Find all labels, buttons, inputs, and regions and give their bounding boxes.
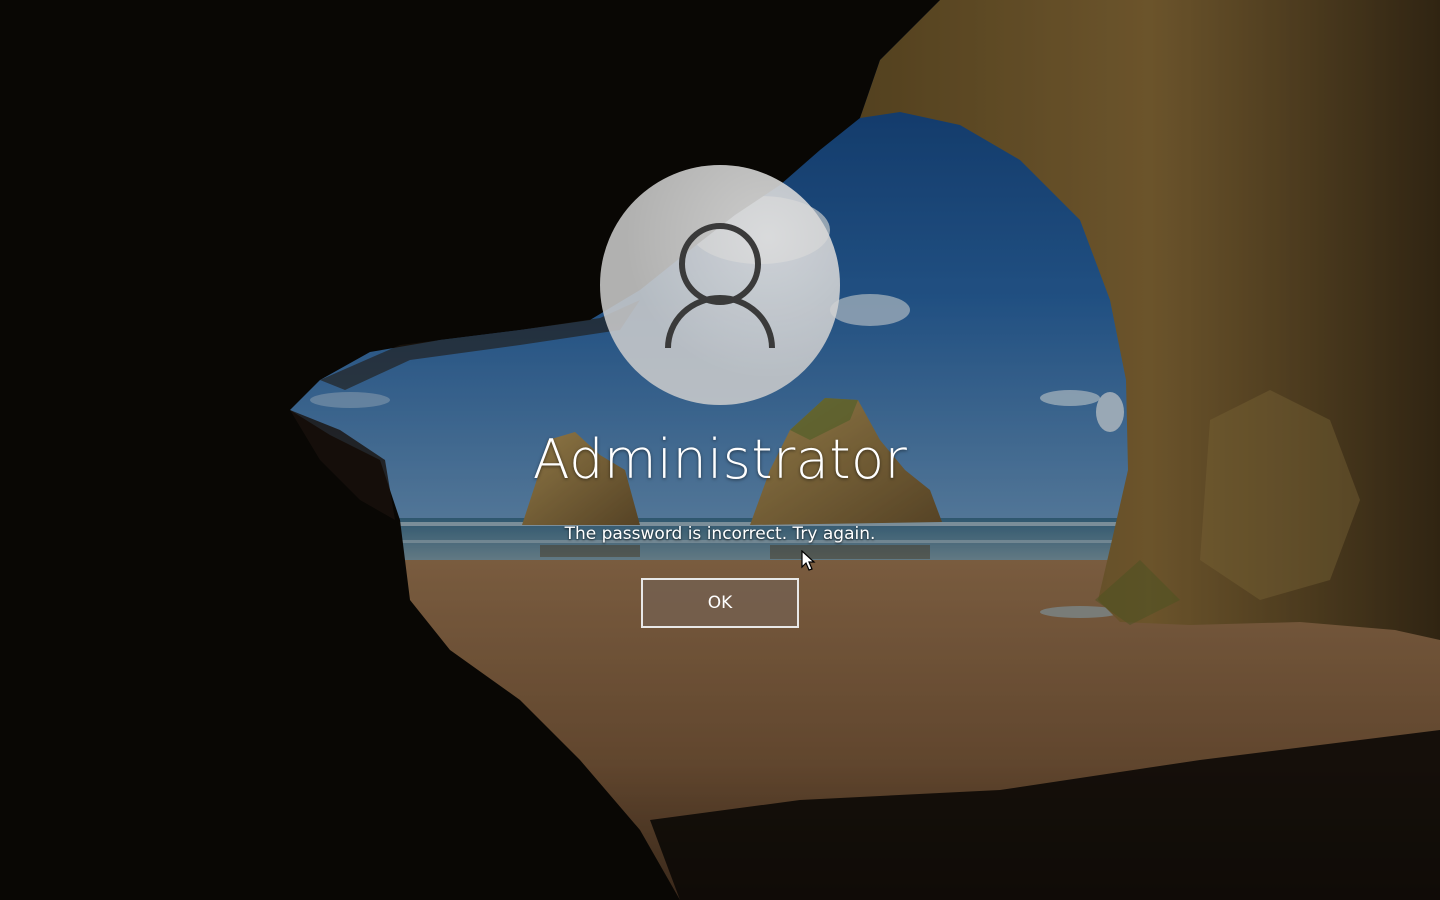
mouse-pointer-icon [801,550,816,571]
lock-screen: Administrator The password is incorrect.… [0,0,1440,900]
ok-button[interactable]: OK [641,578,799,628]
username-label: Administrator [532,428,908,491]
error-message: The password is incorrect. Try again. [564,524,876,544]
user-silhouette-icon [665,223,775,349]
user-avatar [600,165,840,405]
